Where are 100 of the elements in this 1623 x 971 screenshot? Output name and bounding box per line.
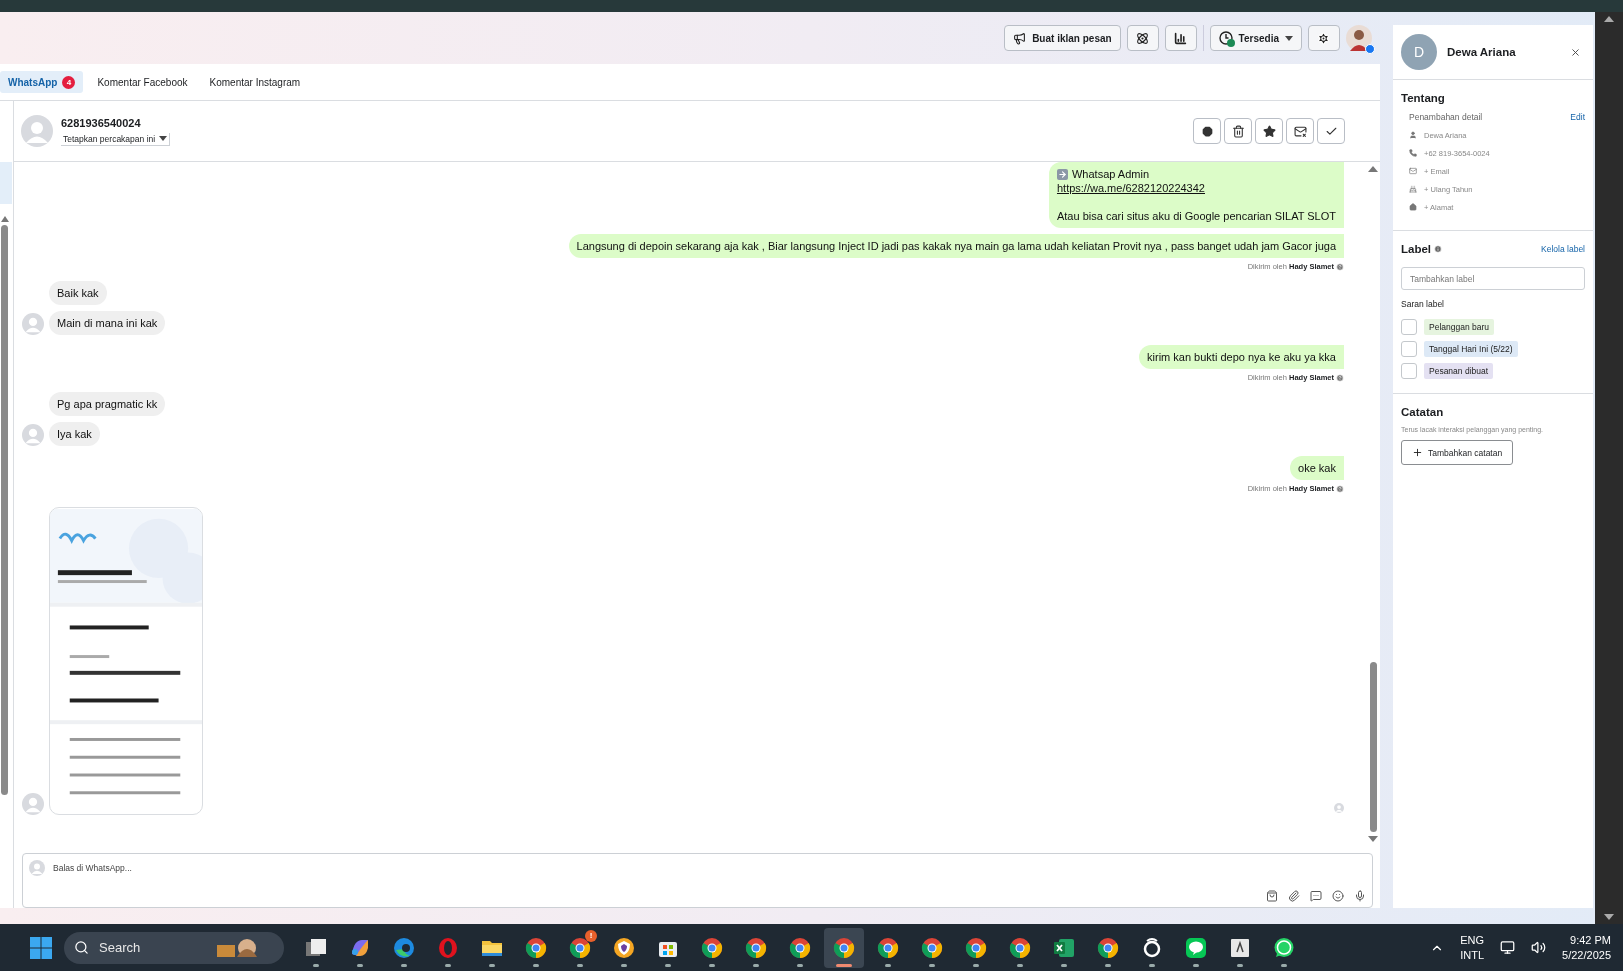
emoji-button[interactable] bbox=[1332, 890, 1344, 902]
envelope-icon bbox=[1293, 124, 1307, 138]
label-input[interactable]: Tambahkan label bbox=[1401, 267, 1585, 290]
help-icon bbox=[1336, 262, 1344, 271]
assign-dropdown[interactable]: Tetapkan percakapan ini bbox=[61, 132, 171, 146]
settings-button[interactable] bbox=[1308, 25, 1340, 51]
browser-icon bbox=[1008, 935, 1032, 960]
browser-icon bbox=[1096, 935, 1120, 960]
phone-icon bbox=[1409, 149, 1417, 157]
network-icon[interactable] bbox=[1500, 940, 1516, 955]
info-icon bbox=[1434, 245, 1443, 253]
contact-initial-avatar: D bbox=[1401, 34, 1437, 70]
input-language[interactable]: ENG INTL bbox=[1460, 932, 1485, 963]
scrollbar-thumb[interactable] bbox=[1, 225, 8, 795]
search-icon bbox=[74, 940, 89, 955]
contact-phone-number: 6281936540024 bbox=[61, 116, 142, 129]
bar-chart-icon bbox=[1173, 31, 1187, 45]
start-button[interactable] bbox=[30, 936, 52, 959]
browser-icon bbox=[876, 935, 900, 960]
megaphone-icon bbox=[1013, 31, 1027, 45]
status-clock-icon bbox=[1218, 31, 1233, 45]
browser-icon bbox=[392, 935, 416, 960]
browser-icon bbox=[920, 935, 944, 960]
received-message-bubble: Iya kak bbox=[49, 422, 100, 446]
message-link[interactable]: https://wa.me/6282120224342 bbox=[1056, 181, 1205, 195]
contact-avatar bbox=[22, 313, 44, 335]
suggested-labels-title: Saran label bbox=[1401, 299, 1445, 309]
star-button[interactable] bbox=[1255, 118, 1283, 144]
label-tag: Pelanggan baru bbox=[1424, 319, 1495, 335]
contact-name: Dewa Ariana bbox=[1447, 46, 1517, 58]
house-icon bbox=[1409, 203, 1417, 211]
browser-icon bbox=[700, 935, 724, 960]
envelope-icon bbox=[1409, 167, 1417, 175]
section-title: Tentang bbox=[1401, 92, 1446, 104]
cake-icon bbox=[1409, 185, 1417, 193]
label-checkbox[interactable] bbox=[1401, 319, 1417, 335]
mark-unread-button[interactable] bbox=[1286, 118, 1314, 144]
settings-icon bbox=[1317, 31, 1330, 45]
received-message-bubble: Pg apa pragmatic kk bbox=[49, 392, 166, 416]
channel-tab[interactable]: WhatsApp 4 bbox=[0, 71, 84, 93]
insights-button[interactable] bbox=[1164, 25, 1197, 51]
browser-icon bbox=[832, 935, 856, 960]
contact-avatar bbox=[22, 793, 44, 815]
scroll-up-arrow[interactable] bbox=[1368, 166, 1378, 172]
message-text: Langsung di depoin sekarang aja kak , Biar langsung Inject ID jadi pas kakak nya main ga lama udah keliatan Provit nya , pass banget udah jam Gacor juga bbox=[576, 239, 1336, 253]
status-dropdown[interactable]: Tersedia bbox=[1209, 25, 1302, 51]
alert-icon bbox=[1200, 124, 1214, 138]
atom-icon bbox=[1135, 31, 1149, 45]
ai-button[interactable] bbox=[1126, 25, 1159, 51]
volume-icon[interactable] bbox=[1531, 940, 1547, 955]
unread-count-badge: 4 bbox=[62, 75, 76, 89]
voice-button[interactable] bbox=[1354, 890, 1366, 902]
report-spam-button[interactable] bbox=[1193, 118, 1221, 144]
manage-labels-link[interactable]: Kelola label bbox=[1541, 244, 1585, 254]
search-field[interactable]: Search bbox=[97, 939, 207, 956]
saved-reply-button[interactable] bbox=[1310, 890, 1322, 902]
create-ad-button[interactable]: Buat iklan pesan bbox=[1004, 25, 1121, 51]
delete-button[interactable] bbox=[1224, 118, 1252, 144]
help-icon bbox=[1336, 373, 1344, 382]
taskbar-app-button[interactable] bbox=[824, 927, 864, 968]
phone-chat-icon bbox=[1272, 935, 1296, 960]
message-text: Atau bisa cari situs aku di Google pencarian SILAT SLOT bbox=[1056, 209, 1336, 223]
scroll-up-arrow[interactable] bbox=[1604, 16, 1614, 22]
browser-icon bbox=[788, 935, 812, 960]
notification-badge: ! bbox=[585, 929, 597, 942]
reply-field[interactable]: Balas di WhatsApp... bbox=[51, 862, 1366, 874]
ring-browser-icon bbox=[436, 935, 460, 960]
browser-icon bbox=[524, 935, 548, 960]
product-button[interactable] bbox=[1266, 890, 1278, 902]
edit-link[interactable]: Edit bbox=[1570, 112, 1585, 122]
person-icon bbox=[1409, 131, 1417, 139]
trash-icon bbox=[1231, 124, 1245, 138]
received-message-bubble: Main di mana ini kak bbox=[49, 311, 166, 335]
shield-app-icon bbox=[612, 935, 636, 960]
search-box[interactable]: Search bbox=[64, 931, 284, 964]
plus-icon bbox=[1412, 447, 1423, 458]
contact-avatar bbox=[22, 424, 44, 446]
label-checkbox[interactable] bbox=[1401, 341, 1417, 357]
channel-tab[interactable]: Komentar Instagram bbox=[201, 71, 309, 93]
label-tag: Tanggal Hari Ini (5/22) bbox=[1424, 341, 1518, 357]
search-highlight-icon bbox=[215, 936, 259, 959]
profile-avatar[interactable] bbox=[1346, 25, 1372, 51]
section-title: Label bbox=[1401, 243, 1432, 255]
browser-icon bbox=[568, 935, 592, 960]
label-checkbox[interactable] bbox=[1401, 363, 1417, 379]
message-text: oke kak bbox=[1298, 461, 1336, 475]
channel-tab[interactable]: Komentar Facebook bbox=[89, 71, 196, 93]
label-tag: Pesanan dibuat bbox=[1424, 363, 1494, 379]
add-note-button[interactable]: Tambahkan catatan bbox=[1401, 440, 1514, 465]
scrollbar-thumb[interactable] bbox=[1369, 662, 1377, 832]
clock[interactable]: 9:42 PM 5/22/2025 bbox=[1562, 932, 1611, 963]
message-text: Whatsap Admin bbox=[1071, 167, 1149, 181]
arrow-emoji-icon bbox=[1056, 168, 1068, 180]
attach-button[interactable] bbox=[1288, 890, 1300, 902]
details-label: Penambahan detail bbox=[1409, 112, 1483, 122]
scroll-down-arrow[interactable] bbox=[1368, 836, 1378, 842]
close-icon[interactable] bbox=[1570, 46, 1581, 58]
chat-app-icon bbox=[1184, 935, 1208, 960]
help-icon bbox=[1336, 484, 1344, 493]
browser-icon bbox=[744, 935, 768, 960]
